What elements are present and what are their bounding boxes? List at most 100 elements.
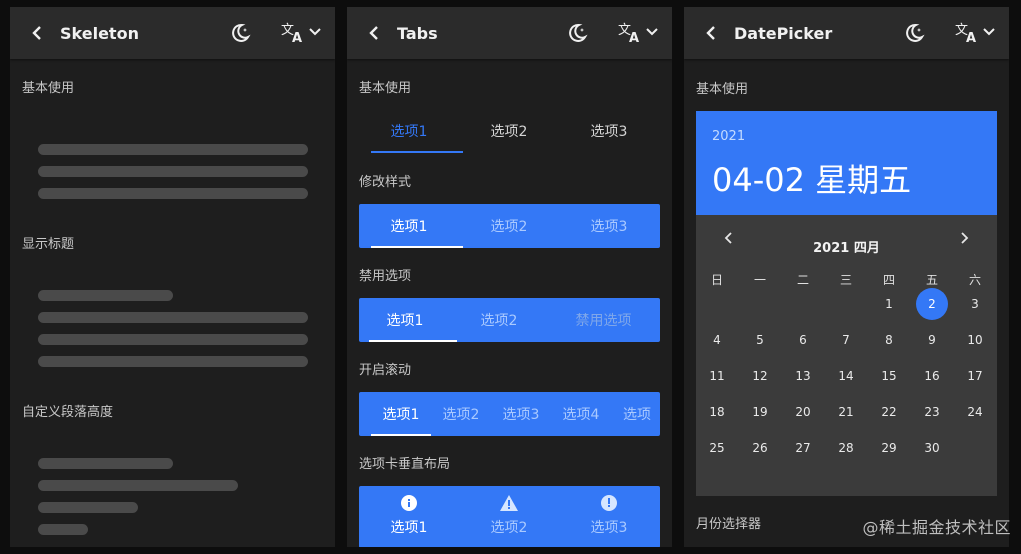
tabs-vertical: 选项1 选项2 选项3 (359, 486, 660, 547)
dark-mode-icon[interactable] (566, 22, 588, 44)
skeleton-line (38, 312, 308, 323)
tab-indicator (371, 434, 431, 436)
alert-icon (601, 495, 617, 511)
app-bar: DatePicker 文A (684, 7, 1009, 59)
tab-label: 选项3 (590, 520, 628, 536)
selected-date[interactable]: 04-02 星期五 (712, 155, 911, 201)
tab-option-2[interactable]: 选项2 (459, 486, 559, 546)
tab-indicator (371, 246, 463, 248)
back-arrow-icon[interactable] (365, 24, 383, 42)
chevron-down-icon (646, 28, 658, 36)
skeleton-line (38, 524, 88, 535)
selected-day[interactable]: 2 (916, 288, 948, 320)
tab-option-3[interactable]: 选项3 (559, 486, 659, 546)
calendar-day[interactable]: 4 (701, 324, 733, 356)
calendar-day[interactable]: 13 (787, 360, 819, 392)
section-title-custom-height: 自定义段落高度 (22, 405, 114, 420)
tab-option-3[interactable]: 选项3 (559, 204, 659, 248)
dark-mode-icon[interactable] (903, 22, 925, 44)
tab-option-1[interactable]: 选项1 (359, 298, 451, 342)
calendar-day[interactable]: 9 (916, 324, 948, 356)
selected-year[interactable]: 2021 (712, 129, 745, 144)
svg-text:A: A (629, 31, 639, 43)
calendar-day[interactable]: 19 (744, 396, 776, 428)
calendar-day[interactable]: 14 (830, 360, 862, 392)
tab-option-1[interactable]: 选项1 (359, 486, 459, 546)
app-bar: Tabs 文A (347, 7, 672, 59)
page-title: DatePicker (734, 23, 833, 43)
calendar-day[interactable]: 15 (873, 360, 905, 392)
page-title: Tabs (397, 23, 438, 43)
tab-option-1[interactable]: 选项1 (359, 109, 459, 153)
tabs-basic: 选项1 选项2 选项3 (359, 109, 660, 153)
weekday-label: 三 (839, 273, 852, 287)
translate-icon: 文A (281, 23, 302, 43)
tab-option-4[interactable]: 选项4 (551, 392, 611, 436)
section-title-vertical: 选项卡垂直布局 (359, 457, 451, 472)
calendar-day[interactable]: 17 (959, 360, 991, 392)
language-switcher[interactable]: 文A (955, 21, 995, 43)
tab-option-2[interactable]: 选项2 (459, 109, 559, 153)
watermark: @稀土掘金技术社区 (862, 518, 1011, 537)
tab-option-3[interactable]: 选项3 (559, 109, 659, 153)
calendar-day[interactable]: 22 (873, 396, 905, 428)
calendar-day[interactable]: 29 (873, 432, 905, 464)
calendar-day[interactable]: 8 (873, 324, 905, 356)
weekday-label: 六 (968, 273, 981, 287)
tab-option-3[interactable]: 选项3 (491, 392, 551, 436)
calendar-day[interactable]: 16 (916, 360, 948, 392)
tabs-disabled: 选项1 选项2 禁用选项 (359, 298, 660, 342)
calendar-day[interactable]: 21 (830, 396, 862, 428)
skeleton-line (38, 502, 138, 513)
calendar: 2021 四月 日一二三四五六 1 2 3 4 5 6 7 8 9 10 11 12 13 14 15 16 1… (696, 215, 997, 496)
dark-mode-icon[interactable] (229, 22, 251, 44)
calendar-day[interactable]: 1 (873, 288, 905, 320)
weekday-label: 日 (710, 273, 723, 287)
calendar-day[interactable]: 25 (701, 432, 733, 464)
section-title-styled: 修改样式 (359, 175, 412, 190)
tab-option-2[interactable]: 选项2 (459, 204, 559, 248)
datepicker-header: 2021 04-02 星期五 (696, 111, 997, 215)
calendar-day[interactable]: 7 (830, 324, 862, 356)
calendar-day[interactable]: 26 (744, 432, 776, 464)
calendar-day[interactable]: 24 (959, 396, 991, 428)
section-title-basic: 基本使用 (22, 81, 75, 96)
calendar-day[interactable]: 12 (744, 360, 776, 392)
tab-option-5[interactable]: 选项 (611, 392, 671, 436)
calendar-day[interactable]: 20 (787, 396, 819, 428)
tab-indicator (371, 151, 463, 153)
weekday-label: 四 (882, 273, 895, 287)
translate-icon: 文A (955, 23, 976, 43)
calendar-day[interactable]: 10 (959, 324, 991, 356)
weekday-label: 一 (753, 273, 766, 287)
calendar-day[interactable]: 30 (916, 432, 948, 464)
info-icon (401, 495, 417, 511)
skeleton-line (38, 188, 308, 199)
section-title-disabled: 禁用选项 (359, 269, 412, 284)
calendar-day[interactable]: 6 (787, 324, 819, 356)
calendar-day[interactable]: 28 (830, 432, 862, 464)
translate-icon: 文A (618, 23, 639, 43)
calendar-day[interactable]: 11 (701, 360, 733, 392)
svg-text:A: A (292, 31, 302, 43)
section-title-scroll: 开启滚动 (359, 363, 412, 378)
calendar-day[interactable]: 3 (959, 288, 991, 320)
tab-option-1[interactable]: 选项1 (359, 204, 459, 248)
calendar-day[interactable]: 23 (916, 396, 948, 428)
back-arrow-icon[interactable] (28, 24, 46, 42)
back-arrow-icon[interactable] (702, 24, 720, 42)
svg-text:A: A (966, 31, 976, 43)
tab-option-1[interactable]: 选项1 (371, 392, 431, 436)
next-month-chevron-icon[interactable] (959, 231, 969, 249)
calendar-day[interactable]: 27 (787, 432, 819, 464)
calendar-day[interactable]: 18 (701, 396, 733, 428)
language-switcher[interactable]: 文A (281, 21, 321, 43)
calendar-month-label: 2021 四月 (813, 241, 880, 256)
tab-option-2[interactable]: 选项2 (431, 392, 491, 436)
language-switcher[interactable]: 文A (618, 21, 658, 43)
warning-icon (500, 495, 518, 511)
calendar-day[interactable]: 5 (744, 324, 776, 356)
tab-option-2[interactable]: 选项2 (451, 298, 547, 342)
page-title: Skeleton (60, 23, 139, 43)
chevron-down-icon (309, 28, 321, 36)
